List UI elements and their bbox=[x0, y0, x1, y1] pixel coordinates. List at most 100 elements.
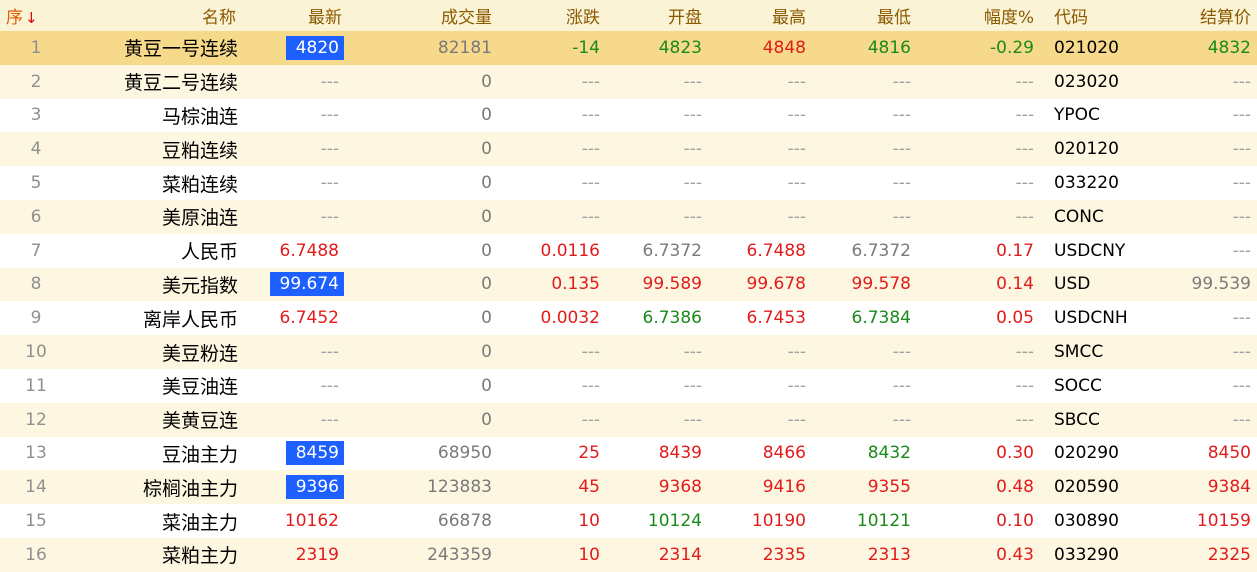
latest-price: 99.674 bbox=[269, 272, 344, 297]
volume: 0 bbox=[481, 409, 492, 430]
price-change: 25 bbox=[578, 443, 600, 464]
row-index: 10 bbox=[25, 342, 47, 363]
latest-price-cell: 9396 bbox=[242, 470, 348, 504]
instrument-code: SMCC bbox=[1054, 342, 1104, 363]
table-row[interactable]: 9 离岸人民币 6.7452 0 0.0032 6.7386 6.7453 6.7384 0.0… bbox=[0, 301, 1257, 335]
row-index: 6 bbox=[30, 206, 42, 227]
column-header-latest[interactable]: 最新 bbox=[242, 0, 348, 31]
table-row[interactable]: 12 美黄豆连 --- 0 --- --- --- --- --- SBCC --- bbox=[0, 402, 1257, 437]
row-index: 7 bbox=[30, 240, 42, 261]
row-index: 4 bbox=[30, 139, 42, 160]
instrument-name: 豆油主力 bbox=[161, 443, 238, 466]
table-row[interactable]: 2 黄豆二号连续 --- 0 --- --- --- --- --- 023020 --- bbox=[0, 64, 1257, 99]
open-price: 8439 bbox=[658, 443, 702, 464]
latest-price: 2319 bbox=[295, 544, 339, 565]
table-row[interactable]: 4 豆粕连续 --- 0 --- --- --- --- --- 020120 --- bbox=[0, 132, 1257, 167]
settlement-price: 8450 bbox=[1207, 443, 1251, 464]
open-price: --- bbox=[683, 71, 702, 92]
column-header-low[interactable]: 最低 bbox=[812, 0, 917, 31]
open-price: 99.589 bbox=[642, 274, 702, 295]
table-row[interactable]: 13 豆油主力 8459 68950 25 8439 8466 8432 0.30 020290 8… bbox=[0, 437, 1257, 471]
low-price: --- bbox=[892, 409, 911, 430]
column-header-index[interactable]: 序 ↓ bbox=[0, 0, 72, 31]
row-index: 8 bbox=[30, 274, 42, 295]
column-header-change[interactable]: 涨跌 bbox=[498, 0, 606, 31]
low-price: 8432 bbox=[867, 443, 911, 464]
table-row[interactable]: 10 美豆粉连 --- 0 --- --- --- --- --- SMCC --- bbox=[0, 335, 1257, 369]
column-header-amplitude[interactable]: 幅度% bbox=[917, 0, 1040, 31]
instrument-code: SOCC bbox=[1054, 375, 1102, 396]
column-header-open[interactable]: 开盘 bbox=[606, 0, 708, 31]
latest-price-cell: --- bbox=[242, 369, 348, 403]
row-index: 12 bbox=[25, 409, 47, 430]
volume: 0 bbox=[481, 342, 492, 363]
latest-price-cell: 6.7488 bbox=[242, 234, 348, 268]
row-index: 15 bbox=[25, 511, 47, 532]
high-price: --- bbox=[787, 206, 806, 227]
low-price: 2313 bbox=[867, 544, 911, 565]
instrument-name: 菜油主力 bbox=[161, 511, 238, 534]
settlement-price: --- bbox=[1232, 71, 1251, 92]
table-row[interactable]: 11 美豆油连 --- 0 --- --- --- --- --- SOCC --- bbox=[0, 369, 1257, 403]
latest-price: 8459 bbox=[285, 441, 344, 466]
high-price: 99.678 bbox=[746, 274, 806, 295]
instrument-name: 马棕油连 bbox=[161, 105, 238, 128]
latest-price: 6.7452 bbox=[279, 308, 339, 329]
column-header-high[interactable]: 最高 bbox=[708, 0, 812, 31]
open-price: --- bbox=[683, 375, 702, 396]
table-row[interactable]: 3 马棕油连 --- 0 --- --- --- --- --- YPOC --- bbox=[0, 99, 1257, 133]
price-change: -14 bbox=[572, 37, 600, 58]
low-price: 9355 bbox=[867, 477, 911, 498]
low-price: --- bbox=[892, 139, 911, 160]
latest-price-cell: --- bbox=[242, 132, 348, 166]
table-row[interactable]: 1 黄豆一号连续 4820 82181 -14 4823 4848 4816 -0.29 0210… bbox=[0, 31, 1257, 65]
table-row[interactable]: 6 美原油连 --- 0 --- --- --- --- --- CONC --- bbox=[0, 199, 1257, 234]
header-row: 序 ↓ 名称 最新 成交量 涨跌 开盘 最高 最低 幅度% 代码 结算价 bbox=[0, 0, 1257, 31]
low-price: 99.578 bbox=[851, 274, 911, 295]
instrument-code: 020290 bbox=[1054, 443, 1119, 464]
high-price: --- bbox=[787, 173, 806, 194]
column-header-volume[interactable]: 成交量 bbox=[348, 0, 498, 31]
low-price: --- bbox=[892, 206, 911, 227]
latest-price-cell: --- bbox=[242, 403, 348, 437]
column-header-settle[interactable]: 结算价 bbox=[1141, 0, 1257, 31]
table-row[interactable]: 16 菜粕主力 2319 243359 10 2314 2335 2313 0.43 033290… bbox=[0, 537, 1257, 572]
latest-price: 6.7488 bbox=[279, 240, 339, 261]
instrument-code: SBCC bbox=[1054, 409, 1100, 430]
settlement-price: --- bbox=[1232, 105, 1251, 126]
instrument-code: USD bbox=[1054, 274, 1091, 295]
volume: 0 bbox=[481, 105, 492, 126]
open-price: --- bbox=[683, 105, 702, 126]
low-price: 4816 bbox=[867, 37, 911, 58]
instrument-code: CONC bbox=[1054, 206, 1104, 227]
high-price: --- bbox=[787, 342, 806, 363]
table-row[interactable]: 7 人民币 6.7488 0 0.0116 6.7372 6.7488 6.7372 0.17 U… bbox=[0, 234, 1257, 268]
price-change: --- bbox=[581, 105, 600, 126]
volume: 82181 bbox=[437, 37, 492, 58]
table-row[interactable]: 5 菜粕连续 --- 0 --- --- --- --- --- 033220 --- bbox=[0, 166, 1257, 200]
latest-price: 9396 bbox=[285, 475, 344, 500]
table-row[interactable]: 8 美元指数 99.674 0 0.135 99.589 99.678 99.578 0.14 U… bbox=[0, 267, 1257, 302]
latest-price-cell: --- bbox=[242, 65, 348, 99]
latest-price: --- bbox=[320, 342, 339, 363]
amplitude-percent: 0.17 bbox=[996, 240, 1034, 261]
column-header-code[interactable]: 代码 bbox=[1040, 0, 1141, 31]
open-price: 9368 bbox=[658, 477, 702, 498]
instrument-code: 033290 bbox=[1054, 544, 1119, 565]
low-price: --- bbox=[892, 105, 911, 126]
instrument-name: 美元指数 bbox=[161, 274, 238, 297]
price-change: 0.135 bbox=[551, 274, 600, 295]
settlement-price: --- bbox=[1232, 206, 1251, 227]
high-price: --- bbox=[787, 409, 806, 430]
settlement-price: --- bbox=[1232, 409, 1251, 430]
instrument-name: 美黄豆连 bbox=[161, 410, 238, 433]
settlement-price: --- bbox=[1232, 139, 1251, 160]
column-header-name[interactable]: 名称 bbox=[72, 0, 242, 31]
settlement-price: 99.539 bbox=[1191, 274, 1251, 295]
table-row[interactable]: 15 菜油主力 10162 66878 10 10124 10190 10121 0.10 030… bbox=[0, 504, 1257, 538]
instrument-code: 021020 bbox=[1054, 37, 1119, 58]
instrument-code: USDCNY bbox=[1054, 240, 1126, 261]
table-row[interactable]: 14 棕榈油主力 9396 123883 45 9368 9416 9355 0.48 02059… bbox=[0, 470, 1257, 505]
instrument-code: USDCNH bbox=[1054, 308, 1128, 329]
latest-price-cell: --- bbox=[242, 200, 348, 234]
